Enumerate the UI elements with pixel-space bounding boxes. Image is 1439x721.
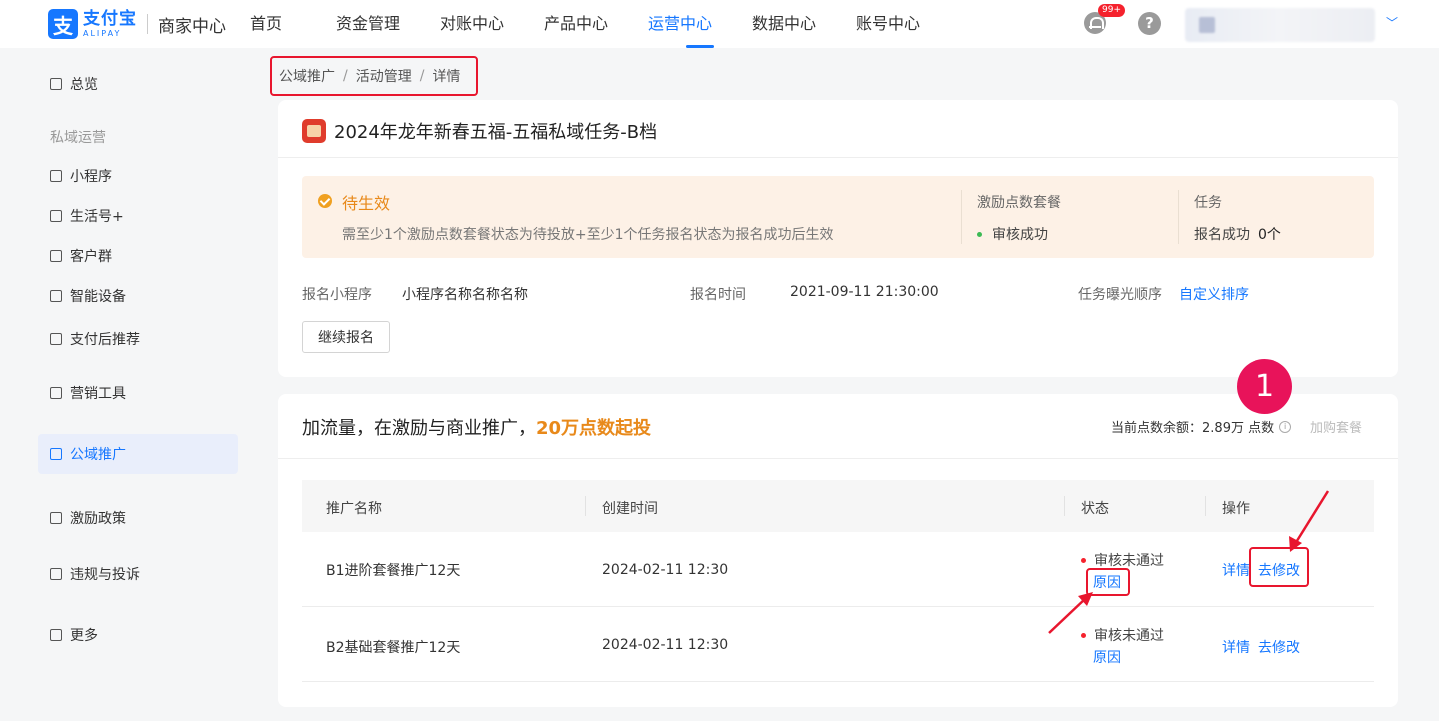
alipay-logo-icon: 支: [48, 9, 78, 39]
detail-link[interactable]: 详情: [1222, 637, 1250, 657]
signup-time-label: 报名时间: [690, 287, 746, 303]
alipay-logo[interactable]: 支 支付宝 ALIPAY 商家中心: [48, 9, 226, 39]
package-header: 激励点数套餐: [977, 195, 1061, 211]
mini-program-label: 报名小程序: [302, 287, 372, 303]
column-header-name: 推广名称: [326, 501, 382, 517]
task-header: 任务: [1194, 195, 1222, 211]
highlight-box-reason: [1086, 568, 1130, 596]
package-status: 审核成功: [977, 224, 1048, 244]
promo-name: B2基础套餐推广12天: [326, 640, 461, 656]
sidebar-item-overview[interactable]: 总览: [38, 64, 238, 104]
points-balance: 当前点数余额： 2.89万 点数 i: [1111, 417, 1292, 436]
sidebar-item-customer-group[interactable]: 客户群: [38, 236, 238, 276]
activity-card: 2024年龙年新春五福-五福私域任务-B档 待生效 需至少1个激励点数套餐状态为…: [278, 100, 1398, 377]
status-title: 待生效: [342, 194, 391, 213]
promo-name: B1进阶套餐推广12天: [326, 563, 461, 579]
main-nav: 首页 资金管理 对账中心 产品中心 运营中心 数据中心 账号中心: [250, 0, 960, 48]
column-header-created: 创建时间: [602, 501, 658, 517]
sidebar-item-smart-device[interactable]: 智能设备: [38, 276, 238, 316]
logo-cn: 支付宝: [83, 8, 137, 29]
breadcrumb-activity-management[interactable]: 活动管理: [356, 66, 412, 86]
breadcrumb-public-promo[interactable]: 公域推广: [279, 66, 335, 86]
sidebar-item-mini-program[interactable]: 小程序: [38, 156, 238, 196]
promotion-card: 加流量，在激励与商业推广，20万点数起投 当前点数余额： 2.89万 点数 i …: [278, 394, 1398, 707]
buy-package-button[interactable]: 加购套餐: [1310, 417, 1362, 436]
status-dot: [977, 231, 982, 237]
status-dot: [1081, 557, 1086, 563]
row-actions: 详情 去修改: [1222, 637, 1300, 657]
table-row: B1进阶套餐推广12天 2024-02-11 12:30 审核未通过 原因 详情…: [302, 532, 1374, 607]
incentive-icon: [50, 512, 62, 524]
reason-link[interactable]: 原因: [1093, 647, 1164, 667]
marketing-tools-icon: [50, 387, 62, 399]
signup-time-value: 2021-09-11 21:30:00: [790, 284, 939, 300]
sidebar-item-violation[interactable]: 违规与投诉: [38, 554, 238, 594]
customer-group-icon: [50, 250, 62, 262]
mini-program-icon: [50, 170, 62, 182]
sidebar-item-life-account[interactable]: 生活号+: [38, 196, 238, 236]
after-pay-icon: [50, 333, 62, 345]
promotion-highlight: 20万点数起投: [536, 418, 652, 439]
nav-funds[interactable]: 资金管理: [336, 0, 440, 48]
help-icon[interactable]: ?: [1138, 12, 1161, 35]
edit-link[interactable]: 去修改: [1258, 637, 1300, 657]
task-status: 报名成功 0个: [1194, 224, 1281, 244]
smart-device-icon: [50, 290, 62, 302]
highlight-box-edit: [1249, 547, 1309, 587]
violation-icon: [50, 568, 62, 580]
table-header: 推广名称 创建时间 状态 操作: [302, 480, 1374, 532]
promo-status: 审核未通过 原因: [1081, 625, 1164, 667]
status-panel: 待生效 需至少1个激励点数套餐状态为待投放+至少1个任务报名状态为报名成功后生效…: [302, 176, 1374, 258]
nav-data[interactable]: 数据中心: [752, 0, 856, 48]
sidebar-group-private: 私域运营: [50, 130, 106, 146]
sidebar-item-more[interactable]: 更多: [38, 615, 238, 655]
promo-created: 2024-02-11 12:30: [602, 637, 729, 653]
status-description: 需至少1个激励点数套餐状态为待投放+至少1个任务报名状态为报名成功后生效: [342, 227, 834, 243]
promotion-title: 加流量，在激励与商业推广，20万点数起投: [302, 418, 652, 439]
breadcrumb-detail: 详情: [432, 69, 461, 85]
sidebar-item-public-promo[interactable]: 公域推广: [38, 434, 238, 474]
nav-home[interactable]: 首页: [250, 0, 336, 48]
task-count: 0个: [1258, 227, 1281, 243]
info-icon[interactable]: i: [1279, 420, 1292, 433]
mini-program-value: 小程序名称名称名称: [402, 287, 528, 303]
megaphone-icon: [50, 448, 62, 460]
nav-account[interactable]: 账号中心: [856, 0, 960, 48]
sidebar-item-incentive[interactable]: 激励政策: [38, 498, 238, 538]
logo-divider: [147, 14, 148, 34]
activity-title: 2024年龙年新春五福-五福私域任务-B档: [334, 122, 658, 143]
logo-en: ALIPAY: [83, 28, 122, 38]
exposure-order-label: 任务曝光顺序: [1078, 287, 1162, 303]
status-dot: [1081, 632, 1086, 638]
top-navbar: 支 支付宝 ALIPAY 商家中心 首页 资金管理 对账中心 产品中心 运营中心…: [0, 0, 1439, 48]
custom-order-link[interactable]: 自定义排序: [1179, 284, 1249, 304]
account-switcher[interactable]: [1185, 8, 1375, 42]
continue-signup-button[interactable]: 继续报名: [302, 321, 390, 353]
sidebar-item-after-pay[interactable]: 支付后推荐: [38, 319, 238, 359]
overview-icon: [50, 78, 62, 90]
nav-operations[interactable]: 运营中心: [648, 0, 752, 48]
balance-value: 2.89万 点数: [1202, 421, 1275, 436]
detail-link[interactable]: 详情: [1222, 560, 1250, 580]
life-account-icon: [50, 210, 62, 222]
breadcrumb: 公域推广 / 活动管理 / 详情: [270, 56, 478, 96]
sidebar-item-marketing-tools[interactable]: 营销工具: [38, 373, 238, 413]
chevron-down-icon[interactable]: ﹀: [1386, 14, 1398, 31]
step-number-badge: 1: [1237, 359, 1292, 414]
notification-badge: 99+: [1098, 4, 1125, 17]
nav-reconciliation[interactable]: 对账中心: [440, 0, 544, 48]
check-circle-icon: [318, 194, 332, 208]
nav-products[interactable]: 产品中心: [544, 0, 648, 48]
table-row: B2基础套餐推广12天 2024-02-11 12:30 审核未通过 原因 详情…: [302, 607, 1374, 682]
activity-icon: [302, 119, 326, 143]
logo-subtitle: 商家中心: [158, 16, 226, 37]
promo-created: 2024-02-11 12:30: [602, 562, 729, 578]
column-header-actions: 操作: [1222, 501, 1250, 517]
more-icon: [50, 629, 62, 641]
column-header-status: 状态: [1081, 501, 1109, 517]
